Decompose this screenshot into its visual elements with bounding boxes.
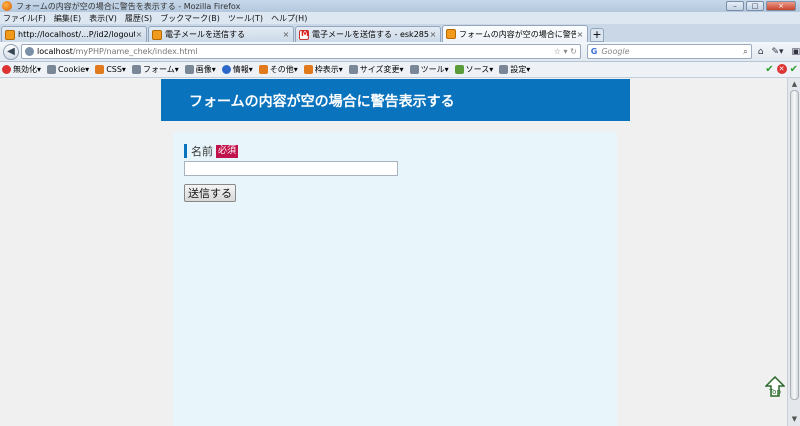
scroll-up-arrow-icon[interactable]: ▲ xyxy=(789,79,800,90)
tab-label: 電子メールを送信する - esk285908... xyxy=(312,30,429,39)
tab-logout[interactable]: http://localhost/...P/id2/logout.php × xyxy=(1,26,147,42)
images-icon xyxy=(184,65,194,74)
menu-bar: ファイル(F) 編集(E) 表示(V) 履歴(S) ブックマーク(B) ツール(… xyxy=(0,12,800,24)
outline-icon xyxy=(303,65,313,74)
gmail-icon xyxy=(299,29,309,40)
php-icon xyxy=(5,29,15,40)
info-icon xyxy=(221,65,231,74)
html-valid-check-icon[interactable]: ✔ xyxy=(790,64,798,75)
name-field-label: 名前 必須 xyxy=(184,144,239,158)
minimize-button[interactable]: – xyxy=(726,1,744,11)
url-bar[interactable]: localhost/myPHP/name_chek/index.html ☆ ▾… xyxy=(21,44,581,59)
cookie-icon xyxy=(47,65,57,74)
js-error-icon[interactable]: ✕ xyxy=(776,64,787,74)
name-input[interactable] xyxy=(184,161,398,176)
devbar-source[interactable]: ソース▾ xyxy=(454,64,493,75)
tab-bar: http://localhost/...P/id2/logout.php × 電… xyxy=(0,24,800,42)
php-icon xyxy=(152,29,162,40)
tab-gmail[interactable]: 電子メールを送信する - esk285908... × xyxy=(295,26,441,42)
validation-status: ✔ ✕ ✔ xyxy=(765,64,798,75)
tab-form-warning[interactable]: フォームの内容が空の場合に警告を... × xyxy=(442,25,588,42)
devbar-disable[interactable]: 無効化▾ xyxy=(2,64,41,75)
site-identity-icon[interactable] xyxy=(25,47,34,56)
devbar-outline[interactable]: 枠表示▾ xyxy=(303,64,343,75)
bookmark-star-icon[interactable]: ☆ ▾ ↻ xyxy=(554,47,577,56)
svg-text:Top: Top xyxy=(768,388,781,396)
tab-label: 電子メールを送信する xyxy=(165,30,245,39)
tab-close-icon[interactable]: × xyxy=(429,30,437,39)
menu-history[interactable]: 履歴(S) xyxy=(125,13,152,24)
form-section: 名前 必須 送信する xyxy=(173,132,617,426)
devbar-options[interactable]: 設定▾ xyxy=(499,64,530,75)
back-arrow-icon[interactable]: ◀ xyxy=(3,43,19,60)
tab-label: フォームの内容が空の場合に警告を... xyxy=(459,29,576,39)
name-label-text: 名前 xyxy=(191,145,213,158)
devbar-misc[interactable]: その他▾ xyxy=(258,64,298,75)
menu-icon[interactable]: ▣ xyxy=(792,47,800,57)
search-icon[interactable]: ⌕ xyxy=(743,47,747,57)
window-controls: – □ × xyxy=(726,1,796,11)
required-badge: 必須 xyxy=(216,144,239,158)
scrollbar-thumb[interactable] xyxy=(790,90,799,400)
devbar-info[interactable]: 情報▾ xyxy=(221,64,253,75)
menu-edit[interactable]: 編集(E) xyxy=(54,13,81,24)
google-engine-icon[interactable]: G xyxy=(591,47,598,56)
search-input[interactable]: G Google ⌕ xyxy=(586,44,752,59)
new-tab-button[interactable]: + xyxy=(590,28,604,42)
misc-icon xyxy=(258,65,268,74)
options-icon xyxy=(499,65,509,74)
tab-send-mail[interactable]: 電子メールを送信する × xyxy=(148,26,294,42)
devbar-tools[interactable]: ツール▾ xyxy=(409,64,449,75)
search-placeholder: Google xyxy=(601,47,630,56)
web-developer-toolbar: 無効化▾ Cookie▾ CSS▾ フォーム▾ 画像▾ 情報▾ その他▾ 枠表示… xyxy=(0,62,800,78)
close-window-button[interactable]: × xyxy=(766,1,796,11)
tab-close-icon[interactable]: × xyxy=(282,30,290,39)
navigation-bar: ◀ localhost/myPHP/name_chek/index.html ☆… xyxy=(0,42,800,62)
url-path: /myPHP/name_chek/index.html xyxy=(72,47,198,56)
forms-icon xyxy=(131,65,141,74)
tools-icon xyxy=(409,65,419,74)
submit-button[interactable]: 送信する xyxy=(184,184,236,202)
window-titlebar: フォームの内容が空の場合に警告を表示する - Mozilla Firefox –… xyxy=(0,0,800,12)
php-icon xyxy=(446,29,456,39)
devbar-resize[interactable]: サイズ変更▾ xyxy=(348,64,404,75)
source-icon xyxy=(454,65,464,74)
menu-tools[interactable]: ツール(T) xyxy=(228,13,263,24)
url-host: localhost xyxy=(37,47,73,56)
back-to-top-icon[interactable]: Top xyxy=(765,376,785,398)
tab-close-icon[interactable]: × xyxy=(135,30,143,39)
devbar-images[interactable]: 画像▾ xyxy=(184,64,216,75)
css-icon xyxy=(95,65,105,74)
menu-bookmarks[interactable]: ブックマーク(B) xyxy=(160,13,220,24)
menu-view[interactable]: 表示(V) xyxy=(89,13,117,24)
page-title: フォームの内容が空の場合に警告表示する xyxy=(189,94,455,110)
page-viewport: フォームの内容が空の場合に警告表示する 名前 必須 送信する Top ▲ ▼ xyxy=(0,78,800,426)
resize-icon xyxy=(348,65,358,74)
vertical-scrollbar[interactable]: ▲ ▼ xyxy=(787,78,800,426)
menu-file[interactable]: ファイル(F) xyxy=(3,13,46,24)
nav-right-buttons: ⌂ ✎▾ ▣ xyxy=(758,47,800,57)
menu-help[interactable]: ヘルプ(H) xyxy=(271,13,307,24)
tab-label: http://localhost/...P/id2/logout.php xyxy=(18,30,135,39)
devbar-cookie[interactable]: Cookie▾ xyxy=(47,65,89,74)
devbar-css[interactable]: CSS▾ xyxy=(95,65,126,74)
firefox-icon xyxy=(2,1,12,11)
tab-close-icon[interactable]: × xyxy=(576,30,584,39)
addon-icon[interactable]: ✎▾ xyxy=(771,47,783,57)
page-header: フォームの内容が空の場合に警告表示する xyxy=(161,79,630,121)
home-icon[interactable]: ⌂ xyxy=(758,47,764,57)
disable-icon xyxy=(2,65,11,74)
maximize-button[interactable]: □ xyxy=(746,1,764,11)
scroll-down-arrow-icon[interactable]: ▼ xyxy=(789,414,800,425)
devbar-forms[interactable]: フォーム▾ xyxy=(131,64,179,75)
window-title: フォームの内容が空の場合に警告を表示する - Mozilla Firefox xyxy=(16,1,241,11)
css-valid-check-icon[interactable]: ✔ xyxy=(765,64,773,75)
